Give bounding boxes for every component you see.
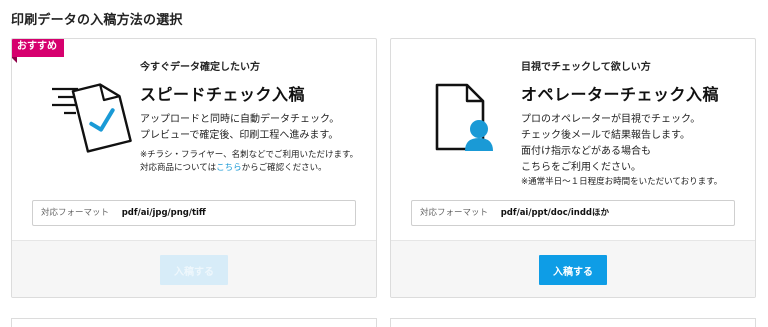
card-description: プロのオペレーターが目視でチェック。 チェック後メールで結果報告します。 面付け…: [521, 114, 701, 173]
card-subtitle: 今すぐデータ確定したい方: [140, 62, 260, 73]
products-link[interactable]: こちら: [216, 163, 242, 173]
format-field: 対応フォーマット pdf/ai/jpg/png/tiff: [32, 200, 356, 226]
card-heading: スピードチェック入稿: [140, 85, 306, 104]
recommend-badge: おすすめ: [12, 39, 64, 63]
page-title: 印刷データの入稿方法の選択: [11, 13, 183, 28]
next-card-edge: [390, 318, 756, 327]
speed-check-card[interactable]: おすすめ 今すぐデータ確定したい方 スピードチェック入稿 アップロードと同時に自…: [11, 38, 377, 298]
card-subtitle: 目視でチェックして欲しい方: [521, 62, 651, 73]
card-note: ※通常半日〜１日程度お時間をいただいております。: [521, 177, 723, 187]
format-field: 対応フォーマット pdf/ai/ppt/doc/inddほか: [411, 200, 735, 226]
submit-button-speed[interactable]: 入稿する: [160, 255, 228, 285]
card-note: ※チラシ・フライヤー、名刺などでご利用いただけます。 対応商品についてはこちらか…: [140, 150, 359, 173]
next-card-edge: [11, 318, 377, 327]
document-operator-icon: [429, 83, 511, 165]
card-heading: オペレーターチェック入稿: [521, 85, 720, 104]
document-check-icon: [50, 73, 132, 155]
card-description: アップロードと同時に自動データチェック。 プレビューで確定後、印刷工程へ進みます…: [140, 114, 340, 141]
submit-button-operator[interactable]: 入稿する: [539, 255, 607, 285]
operator-check-card[interactable]: 目視でチェックして欲しい方 オペレーターチェック入稿 プロのオペレーターが目視で…: [390, 38, 756, 298]
